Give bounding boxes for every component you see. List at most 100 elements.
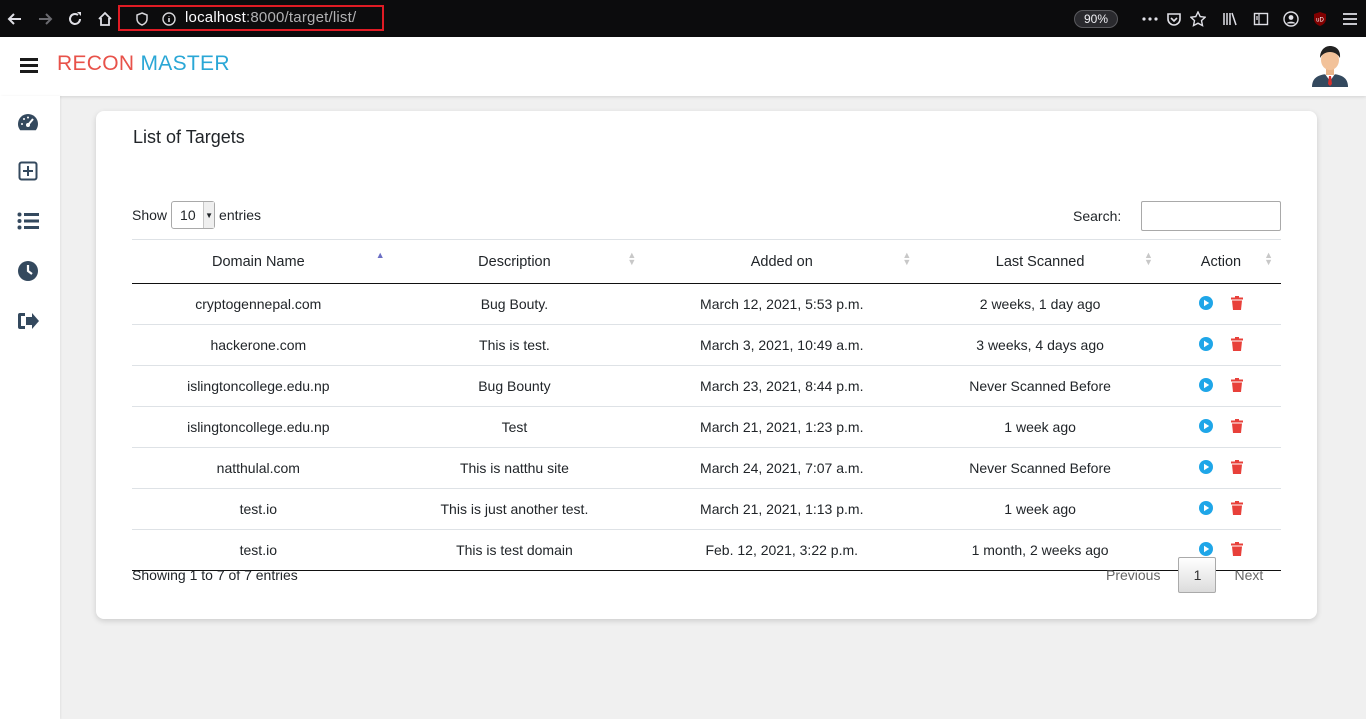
logout-icon[interactable] [16,309,40,333]
start-scan-icon[interactable] [1198,377,1213,392]
cell-domain: islingtoncollege.edu.np [132,365,385,407]
start-scan-icon[interactable] [1198,336,1213,351]
table-row: test.io This is just another test. March… [132,488,1281,530]
entries-select[interactable]: 10 ▼ [171,201,216,229]
add-target-icon[interactable] [16,159,40,183]
cell-domain: natthulal.com [132,447,385,489]
sort-ascending-icon: ▲ [375,250,385,260]
column-header-last-scanned[interactable]: Last Scanned ▲ ▼ [919,239,1161,284]
column-header-action[interactable]: Action ▲ ▼ [1160,239,1281,284]
search-label: Search: [1073,208,1122,224]
cell-domain: test.io [132,529,385,571]
cell-last-scanned: 1 week ago [919,488,1161,530]
sidebar-menu-toggle[interactable] [20,58,38,73]
column-header-domain[interactable]: Domain Name ▲ [132,239,385,284]
show-label: Show [132,207,168,223]
dashboard-icon[interactable] [16,110,40,134]
table-row: islingtoncollege.edu.np Bug Bounty March… [132,365,1281,407]
start-scan-icon[interactable] [1198,541,1213,556]
delete-icon[interactable] [1230,459,1243,474]
cell-action [1160,488,1281,530]
cell-added-on: Feb. 12, 2021, 3:22 p.m. [644,529,920,571]
page-title: List of Targets [133,127,245,147]
home-icon[interactable] [95,9,115,29]
column-header-description[interactable]: Description ▲ ▼ [384,239,645,284]
delete-icon[interactable] [1230,336,1243,351]
more-actions-icon[interactable] [1140,9,1160,29]
cell-added-on: March 23, 2021, 8:44 p.m. [644,365,920,407]
account-icon[interactable] [1281,9,1301,29]
cell-added-on: March 21, 2021, 1:13 p.m. [644,488,920,530]
next-page-button[interactable]: Next [1220,567,1277,583]
cell-action [1160,283,1281,325]
reload-icon[interactable] [65,9,85,29]
sort-icon: ▲ ▼ [1144,250,1153,267]
targets-table: Domain Name ▲ Description ▲ ▼ Added on ▲ ▼… [132,239,1281,571]
cell-added-on: March 3, 2021, 10:49 a.m. [644,324,920,366]
bookmark-star-icon[interactable] [1188,9,1208,29]
targets-card: List of Targets Show 10 ▼ entries Search… [96,111,1317,619]
table-row: islingtoncollege.edu.np Test March 21, 2… [132,406,1281,448]
cell-last-scanned: 3 weeks, 4 days ago [919,324,1161,366]
browser-toolbar: localhost:8000/target/list/ 90% uD [0,0,1366,37]
cell-description: This is test. [384,324,645,366]
zoom-level[interactable]: 90% [1074,10,1118,28]
address-bar-url[interactable]: localhost:8000/target/list/ [185,9,356,26]
delete-icon[interactable] [1230,500,1243,515]
list-icon[interactable] [16,209,40,233]
cell-domain: test.io [132,488,385,530]
sort-icon: ▲ ▼ [627,250,637,267]
cell-description: Bug Bounty [384,365,645,407]
cell-description: Bug Bouty. [384,283,645,325]
table-header-row: Domain Name ▲ Description ▲ ▼ Added on ▲ ▼… [132,239,1281,284]
table-row: natthulal.com This is natthu site March … [132,447,1281,489]
site-info-icon[interactable] [159,9,179,29]
app-logo[interactable]: RECON MASTER [57,52,230,76]
delete-icon[interactable] [1230,418,1243,433]
cell-description: This is natthu site [384,447,645,489]
sidebar-toggle-icon[interactable] [1251,9,1271,29]
table-row: cryptogennepal.com Bug Bouty. March 12, … [132,283,1281,325]
page-1-button[interactable]: 1 [1178,557,1217,593]
forward-icon[interactable] [35,9,55,29]
delete-icon[interactable] [1230,377,1243,392]
cell-domain: cryptogennepal.com [132,283,385,325]
cell-description: Test [384,406,645,448]
sidebar [0,96,60,719]
start-scan-icon[interactable] [1198,500,1213,515]
ublock-icon[interactable]: uD [1310,9,1330,29]
pagination: Previous 1 Next [1092,557,1277,593]
menu-icon[interactable] [1340,9,1360,29]
app-header: RECON MASTER [0,37,1366,96]
column-header-added-on[interactable]: Added on ▲ ▼ [644,239,920,284]
cell-added-on: March 24, 2021, 7:07 a.m. [644,447,920,489]
start-scan-icon[interactable] [1198,418,1213,433]
cell-last-scanned: 2 weeks, 1 day ago [919,283,1161,325]
pocket-icon[interactable] [1164,9,1184,29]
search-input[interactable] [1141,201,1281,231]
delete-icon[interactable] [1230,295,1243,310]
table-info: Showing 1 to 7 of 7 entries [132,567,298,583]
user-avatar[interactable] [1310,43,1350,87]
history-icon[interactable] [16,259,40,283]
cell-last-scanned: Never Scanned Before [919,447,1161,489]
cell-action [1160,365,1281,407]
delete-icon[interactable] [1230,541,1243,556]
start-scan-icon[interactable] [1198,459,1213,474]
cell-action [1160,447,1281,489]
cell-last-scanned: Never Scanned Before [919,365,1161,407]
cell-added-on: March 21, 2021, 1:23 p.m. [644,406,920,448]
previous-page-button[interactable]: Previous [1092,567,1174,583]
cell-domain: hackerone.com [132,324,385,366]
tracking-shield-icon[interactable] [132,9,152,29]
cell-action [1160,324,1281,366]
entries-length-control: Show 10 ▼ entries [132,201,261,229]
sort-icon: ▲ ▼ [902,250,912,267]
library-icon[interactable] [1220,9,1240,29]
cell-added-on: March 12, 2021, 5:53 p.m. [644,283,920,325]
svg-text:uD: uD [1316,18,1324,24]
cell-action [1160,406,1281,448]
back-icon[interactable] [5,9,25,29]
sort-icon: ▲ ▼ [1264,250,1273,267]
start-scan-icon[interactable] [1198,295,1213,310]
